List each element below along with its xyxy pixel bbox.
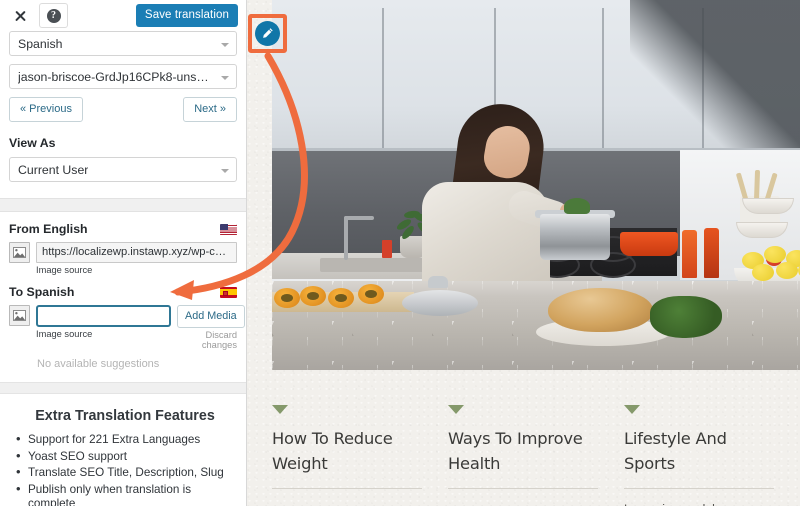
- target-field-row: Image source Add Media Discard changes: [9, 305, 245, 350]
- sidebar-controls: Spanish jason-briscoe-GrdJp16CPk8-unspla…: [0, 31, 246, 182]
- list-item: Yoast SEO support: [14, 449, 236, 464]
- target-language-header: To Spanish: [9, 285, 237, 299]
- extra-features-title: Extra Translation Features: [35, 408, 215, 424]
- translation-pair-panel: From English https://localizewp.instawp.…: [0, 222, 246, 370]
- source-field-caption: Image source: [36, 265, 93, 275]
- article-card[interactable]: Lifestyle And Sports Lorem ipsum dolor: [624, 405, 800, 506]
- article-card[interactable]: How To Reduce Weight: [272, 405, 448, 506]
- site-preview-area: How To Reduce Weight Ways To Improve Hea…: [247, 0, 800, 506]
- item-select-value: jason-briscoe-GrdJp16CPk8-unsplash...: [18, 69, 214, 84]
- view-as-select[interactable]: Current User: [9, 157, 237, 182]
- pagination-controls: « Previous Next »: [9, 97, 237, 122]
- source-language-header: From English: [9, 222, 237, 236]
- language-select-value: Spanish: [18, 36, 63, 51]
- article-card[interactable]: Ways To Improve Health: [448, 405, 624, 506]
- flag-es-icon: [220, 286, 237, 298]
- suggestions-text: No available suggestions: [37, 358, 160, 370]
- save-translation-button[interactable]: Save translation: [135, 4, 238, 27]
- chevron-down-icon: [221, 42, 229, 47]
- sidebar-divider: [0, 198, 246, 212]
- view-as-value: Current User: [18, 162, 89, 177]
- chevron-down-icon: [221, 168, 229, 173]
- extra-features-list: Support for 221 Extra Languages Yoast SE…: [14, 432, 236, 506]
- source-language-label: From English: [9, 222, 88, 236]
- card-body: Lorem ipsum dolor: [624, 502, 780, 506]
- card-divider: [272, 488, 422, 489]
- discard-changes-link[interactable]: Discard changes: [177, 330, 237, 350]
- triangle-down-icon: [624, 405, 640, 414]
- card-title[interactable]: Lifestyle And Sports: [624, 426, 780, 476]
- target-language-label: To Spanish: [9, 285, 75, 299]
- localize-translation-editor: ? Save translation Spanish jason-briscoe…: [0, 0, 800, 506]
- item-select[interactable]: jason-briscoe-GrdJp16CPk8-unsplash...: [9, 64, 237, 89]
- language-select[interactable]: Spanish: [9, 31, 237, 56]
- next-button[interactable]: Next »: [183, 97, 237, 122]
- kitchen-hero-photo[interactable]: [272, 0, 800, 370]
- image-placeholder-icon: [9, 305, 30, 326]
- list-item: Translate SEO Title, Description, Slug: [14, 465, 236, 480]
- list-item: Support for 221 Extra Languages: [14, 432, 236, 447]
- target-field-caption: Image source: [36, 329, 93, 339]
- previous-button[interactable]: « Previous: [9, 97, 83, 122]
- target-actions: Add Media Discard changes: [177, 305, 245, 350]
- extra-features-panel: Extra Translation Features Support for 2…: [0, 394, 246, 506]
- chevron-down-icon: [221, 75, 229, 80]
- source-field-column: https://localizewp.instawp.xyz/wp-conten…: [36, 242, 237, 275]
- view-as-label: View As: [9, 136, 56, 150]
- card-divider: [624, 488, 774, 489]
- card-title[interactable]: How To Reduce Weight: [272, 426, 428, 476]
- help-icon[interactable]: ?: [39, 3, 68, 28]
- close-icon[interactable]: [9, 5, 31, 27]
- target-image-url-input[interactable]: [36, 305, 171, 327]
- pencil-icon[interactable]: [255, 21, 280, 46]
- image-placeholder-icon: [9, 242, 30, 263]
- list-item: Publish only when translation is complet…: [14, 482, 236, 506]
- source-image-url-input[interactable]: https://localizewp.instawp.xyz/wp-conten…: [36, 242, 237, 263]
- triangle-down-icon: [272, 405, 288, 414]
- add-media-button[interactable]: Add Media: [177, 305, 245, 328]
- features-divider: [0, 382, 246, 394]
- target-field-column: Image source: [36, 305, 171, 339]
- flag-us-icon: [220, 223, 237, 235]
- card-title[interactable]: Ways To Improve Health: [448, 426, 604, 476]
- triangle-down-icon: [448, 405, 464, 414]
- source-field-row: https://localizewp.instawp.xyz/wp-conten…: [9, 242, 237, 275]
- card-divider: [448, 488, 598, 489]
- sidebar-toolbar: ? Save translation: [0, 0, 246, 31]
- translation-sidebar: ? Save translation Spanish jason-briscoe…: [0, 0, 247, 506]
- help-glyph: ?: [46, 8, 61, 23]
- article-card-row: How To Reduce Weight Ways To Improve Hea…: [272, 405, 800, 506]
